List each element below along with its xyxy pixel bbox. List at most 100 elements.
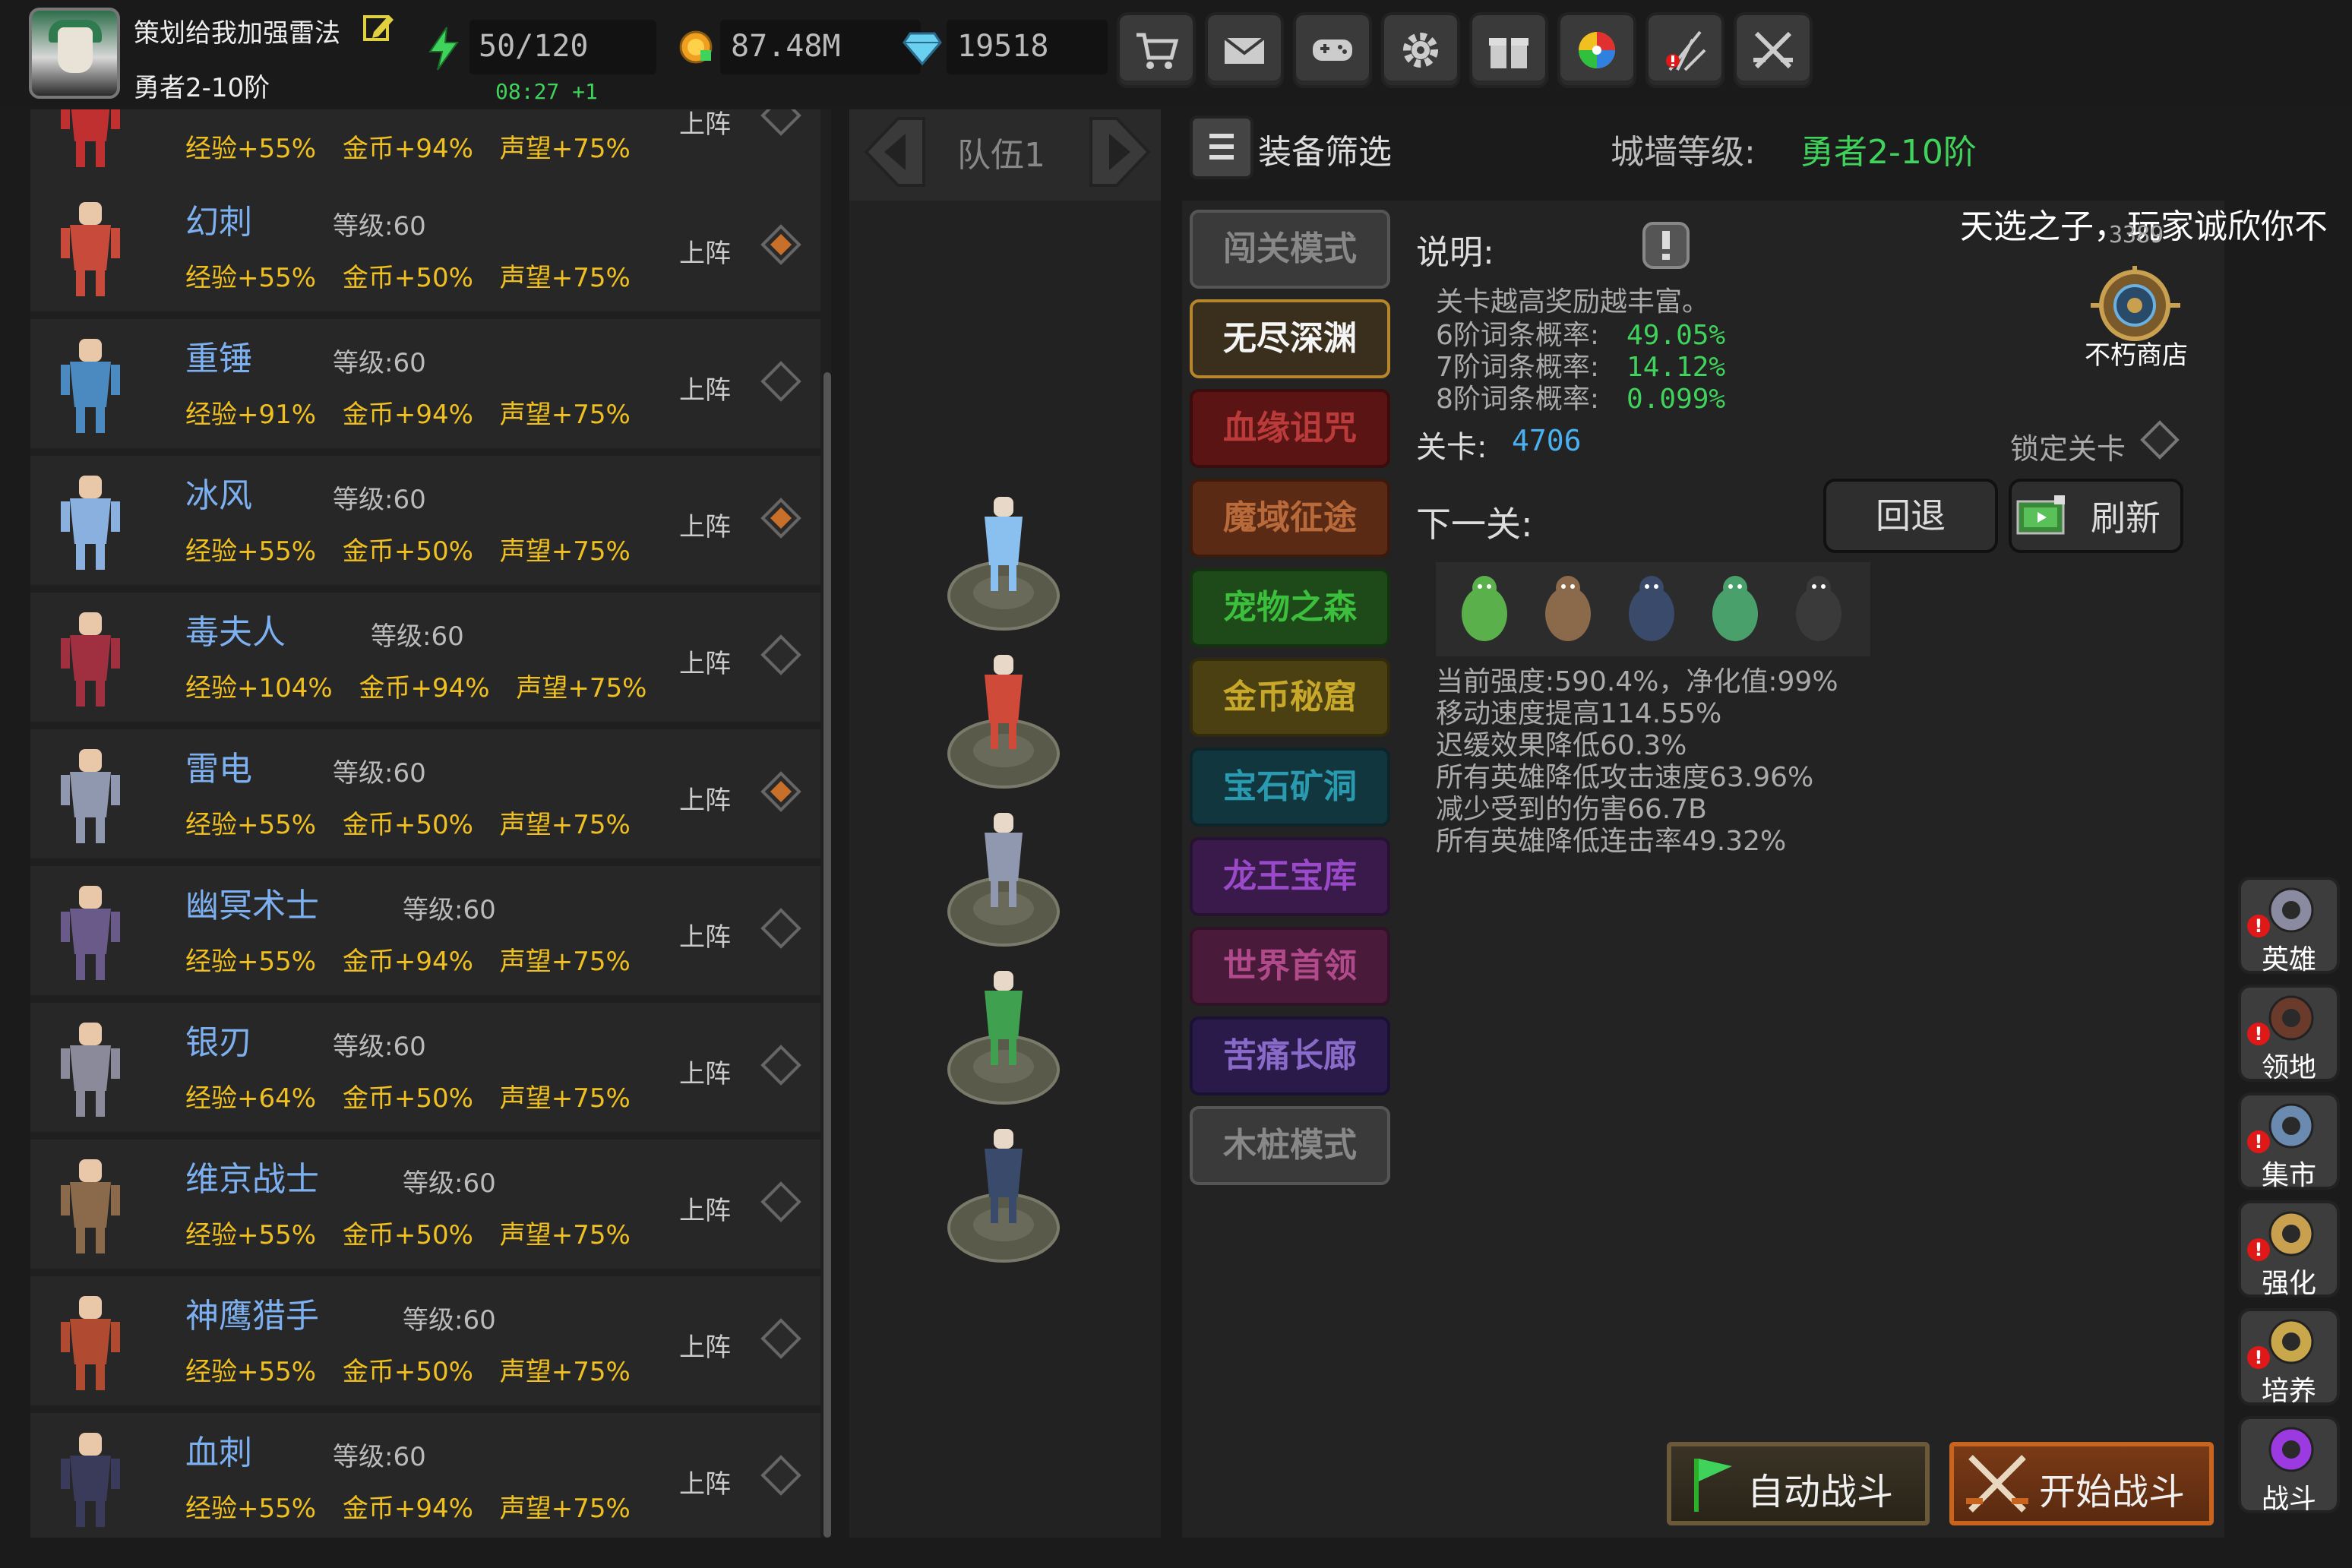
nav-merchant-button[interactable]: 集市 ! — [2238, 1092, 2340, 1191]
hero-deploy-toggle[interactable] — [760, 1317, 802, 1360]
hero-deploy-label[interactable]: 上阵 — [679, 916, 731, 953]
mode-button[interactable]: 血缘诅咒 — [1190, 389, 1390, 468]
hero-row[interactable]: 维京战士 等级:60 经验+55% 金币+50% 声望+75% 上阵 — [30, 1140, 820, 1269]
announcement-count: 3389 — [2109, 222, 2164, 248]
hero-row[interactable]: 雷电 等级:60 经验+55% 金币+50% 声望+75% 上阵 — [30, 729, 820, 858]
team-slot[interactable] — [947, 798, 1061, 950]
wolf-icon[interactable] — [1781, 568, 1857, 652]
pedestal-icon — [947, 813, 1060, 947]
hero-portrait-icon — [61, 1296, 120, 1390]
hero-fame-bonus: 声望+75% — [499, 536, 631, 567]
edit-name-icon[interactable] — [362, 11, 395, 44]
mail-button[interactable] — [1205, 12, 1284, 88]
mode-button[interactable]: 宝石矿洞 — [1190, 748, 1390, 827]
hero-stats: 经验+64% 金币+50% 声望+75% — [185, 1077, 631, 1114]
start-battle-label[interactable]: 开始战斗 — [2039, 1462, 2185, 1515]
hero-deploy-label[interactable]: 上阵 — [679, 506, 731, 543]
hero-deploy-label[interactable]: 上阵 — [679, 779, 731, 817]
hero-deploy-label[interactable]: 上阵 — [679, 369, 731, 406]
video-refresh-icon — [2016, 495, 2065, 535]
hero-row[interactable]: 冰风 等级:60 经验+55% 金币+50% 声望+75% 上阵 — [30, 456, 820, 585]
hero-deploy-toggle[interactable] — [760, 907, 802, 950]
hero-portrait-icon — [61, 612, 120, 707]
mode-button[interactable]: 宠物之森 — [1190, 568, 1390, 647]
lucky-wheel-button[interactable] — [1557, 12, 1636, 88]
mode-button[interactable]: 金币秘窟 — [1190, 658, 1390, 737]
fireworks-button[interactable] — [1645, 12, 1724, 88]
fireworks-icon — [1666, 30, 1706, 71]
mode-button[interactable]: 闯关模式 — [1190, 210, 1390, 289]
team-slot[interactable] — [947, 640, 1061, 792]
team-prev-arrow-icon[interactable] — [855, 114, 931, 190]
auto-battle-label[interactable]: 自动战斗 — [1747, 1462, 1893, 1515]
hero-row[interactable]: 幻刺 等级:60 经验+55% 金币+50% 声望+75% 上阵 — [30, 182, 820, 311]
mode-button[interactable]: 魔域征途 — [1190, 479, 1390, 558]
hero-deploy-label[interactable]: 上阵 — [679, 1190, 731, 1227]
hero-deploy-label[interactable]: 上阵 — [679, 1463, 731, 1500]
player-avatar[interactable] — [29, 8, 120, 99]
serpent-icon[interactable] — [1697, 568, 1773, 652]
player-rank: 勇者2-10阶 — [134, 73, 270, 103]
hero-list-scrollbar[interactable] — [824, 372, 831, 1538]
hero-deploy-label[interactable]: 上阵 — [679, 1326, 731, 1364]
mode-button[interactable]: 龙王宝库 — [1190, 837, 1390, 916]
crossed-swords-battle-icon — [1966, 1455, 2028, 1513]
hero-row[interactable]: 重锤 等级:60 经验+91% 金币+94% 声望+75% 上阵 — [30, 319, 820, 448]
hero-level: 等级:60 — [371, 621, 464, 652]
nav-trophy-button[interactable]: 培养 ! — [2238, 1308, 2340, 1407]
team-next-arrow-icon[interactable] — [1083, 114, 1159, 190]
hero-row[interactable]: 血刺 等级:60 经验+55% 金币+94% 声望+75% 上阵 — [30, 1413, 820, 1538]
hero-deploy-label[interactable]: 上阵 — [679, 232, 731, 270]
mode-button[interactable]: 无尽深渊 — [1190, 299, 1390, 378]
dark-beetle-icon[interactable] — [1614, 568, 1690, 652]
energy-lightning-icon — [428, 27, 459, 71]
nav-castle-button[interactable]: 领地 ! — [2238, 985, 2340, 1083]
nav-portal-button[interactable]: 战斗 — [2238, 1416, 2340, 1515]
hero-row[interactable]: 神鹰猎手 等级:60 经验+55% 金币+50% 声望+75% 上阵 — [30, 1276, 820, 1405]
battle-swords-button[interactable] — [1734, 12, 1813, 88]
stage-effect: 所有英雄降低连击率49.32% — [1436, 826, 1787, 857]
hero-deploy-label[interactable]: 上阵 — [679, 643, 731, 680]
hero-deploy-label[interactable]: 上阵 — [679, 1053, 731, 1090]
settings-button[interactable] — [1381, 12, 1460, 88]
lock-stage-toggle[interactable] — [2139, 419, 2180, 460]
gamepad-button[interactable] — [1293, 12, 1372, 88]
medusa-icon[interactable] — [1446, 568, 1522, 652]
hero-row[interactable]: 毒夫人 等级:60 经验+104% 金币+94% 声望+75% 上阵 — [30, 593, 820, 722]
mode-button[interactable]: 木桩模式 — [1190, 1106, 1390, 1185]
team-slot[interactable] — [947, 482, 1061, 634]
hero-deploy-toggle[interactable] — [760, 770, 802, 813]
mode-button[interactable]: 苦痛长廊 — [1190, 1016, 1390, 1095]
info-icon[interactable] — [1641, 220, 1691, 270]
knight-helmet-icon — [2268, 887, 2314, 933]
gift-button[interactable] — [1469, 12, 1548, 88]
nav-forge-emblem-button[interactable]: 强化 ! — [2238, 1200, 2340, 1299]
equipment-filter-label[interactable]: 装备筛选 — [1258, 125, 1392, 173]
hero-row[interactable]: 幽冥术士 等级:60 经验+55% 金币+94% 声望+75% 上阵 — [30, 866, 820, 995]
equipment-filter-button[interactable] — [1190, 115, 1253, 179]
back-button[interactable]: 回退 — [1823, 479, 1998, 553]
hero-deploy-toggle[interactable] — [760, 634, 802, 676]
hero-deploy-toggle[interactable] — [760, 223, 802, 266]
immortal-shop-label[interactable]: 不朽商店 — [2085, 334, 2188, 371]
team-slot[interactable] — [947, 1114, 1061, 1266]
hero-deploy-toggle[interactable] — [760, 497, 802, 539]
minotaur-icon[interactable] — [1530, 568, 1606, 652]
refresh-label[interactable]: 刷新 — [2091, 491, 2161, 541]
nav-knight-helmet-button[interactable]: 英雄 ! — [2238, 877, 2340, 975]
hero-deploy-toggle[interactable] — [760, 1181, 802, 1223]
hero-deploy-label[interactable]: 上阵 — [679, 109, 731, 141]
pedestal-icon — [947, 655, 1060, 789]
hero-row[interactable]: 银刃 等级:60 经验+64% 金币+50% 声望+75% 上阵 — [30, 1003, 820, 1132]
shop-cart-button[interactable] — [1117, 12, 1196, 88]
hero-deploy-toggle[interactable] — [760, 360, 802, 403]
hero-gold-bonus: 金币+94% — [359, 673, 490, 703]
mode-button[interactable]: 世界首领 — [1190, 927, 1390, 1006]
hero-deploy-toggle[interactable] — [760, 1454, 802, 1497]
hero-row[interactable]: 经验+55% 金币+94% 声望+75% 上阵 — [30, 109, 820, 182]
hero-deploy-toggle[interactable] — [760, 1044, 802, 1086]
hero-fame-bonus: 声望+75% — [499, 1357, 631, 1387]
hero-list[interactable]: 经验+55% 金币+94% 声望+75% 上阵 幻刺 等级:60 经验+55% … — [30, 109, 831, 1538]
team-slot[interactable] — [947, 956, 1061, 1108]
hero-deploy-toggle[interactable] — [760, 109, 802, 137]
